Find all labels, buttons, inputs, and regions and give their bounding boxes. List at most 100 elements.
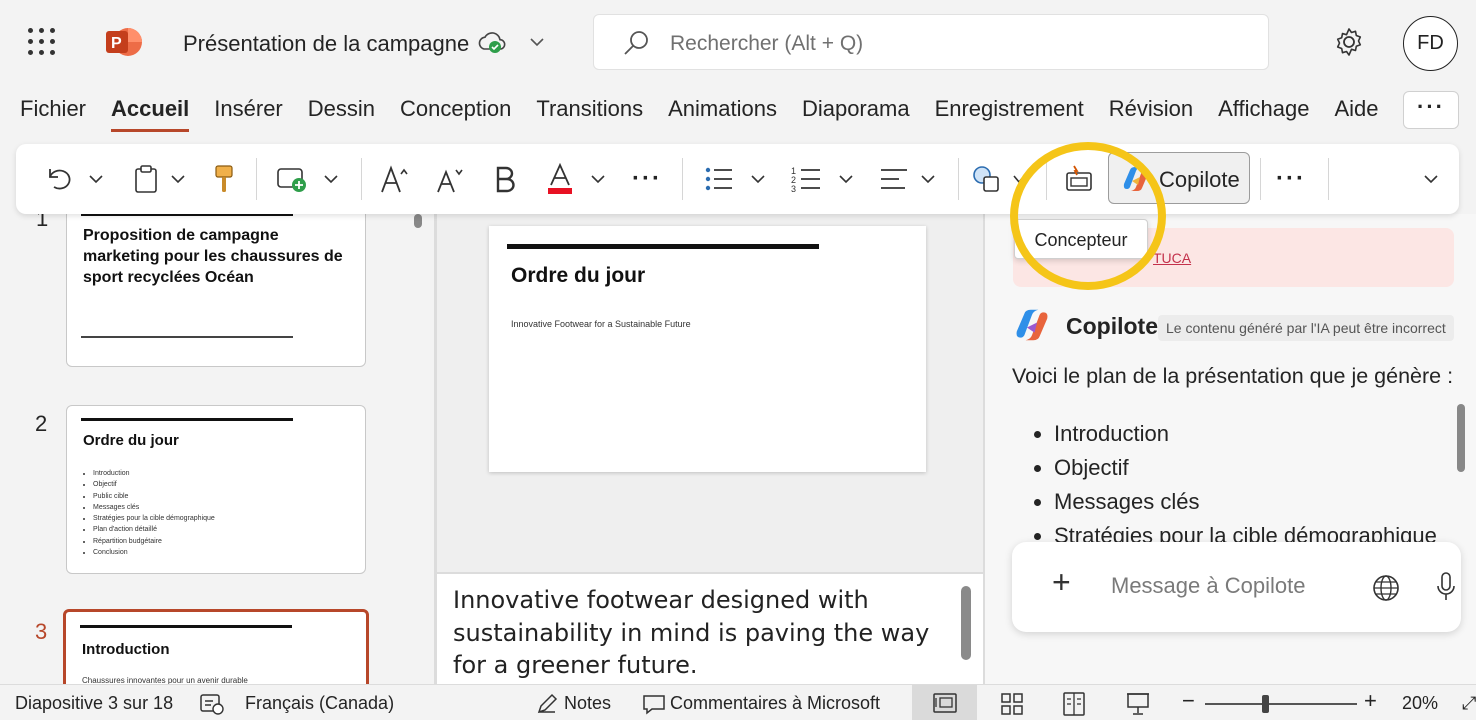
- comment-icon: [643, 695, 665, 715]
- tab-conception[interactable]: Conception: [400, 96, 511, 132]
- gear-icon[interactable]: [1333, 26, 1365, 58]
- thumbnail-title-bar: [81, 214, 293, 216]
- add-attachment-button[interactable]: +: [1052, 564, 1071, 601]
- slide-thumbnail-3[interactable]: Introduction Chaussures innovantes pour …: [63, 609, 369, 684]
- speaker-notes-pane[interactable]: Innovative footwear designed with sustai…: [437, 572, 983, 684]
- font-color-dropdown[interactable]: [588, 162, 608, 196]
- slide-title[interactable]: Ordre du jour: [511, 264, 645, 288]
- slide-subtitle[interactable]: Innovative Footwear for a Sustainable Fu…: [511, 319, 691, 329]
- decrease-font-icon: [437, 169, 463, 193]
- microphone-icon[interactable]: [1435, 571, 1457, 603]
- paste-dropdown[interactable]: [168, 162, 188, 196]
- list-item: Messages clés: [93, 502, 215, 513]
- svg-text:P: P: [111, 35, 122, 52]
- tab-fichier[interactable]: Fichier: [20, 96, 86, 132]
- font-color-button[interactable]: [544, 162, 576, 196]
- chevron-down-icon: [839, 175, 853, 184]
- zoom-slider-thumb[interactable]: [1262, 695, 1269, 713]
- tab-accueil[interactable]: Accueil: [111, 96, 190, 132]
- powerpoint-logo-icon: P: [106, 28, 142, 56]
- list-item: Introduction: [1054, 417, 1437, 451]
- normal-view-button[interactable]: [912, 685, 977, 720]
- presenter-view-icon[interactable]: [1126, 692, 1150, 716]
- zoom-slider[interactable]: [1205, 703, 1357, 705]
- notes-button[interactable]: Notes: [564, 693, 611, 714]
- ribbon-tabs: Fichier Accueil Insérer Dessin Conceptio…: [20, 96, 1404, 132]
- tab-diaporama[interactable]: Diaporama: [802, 96, 910, 132]
- zoom-out-button[interactable]: −: [1182, 688, 1195, 714]
- chevron-down-icon: [171, 175, 185, 184]
- bold-button[interactable]: [490, 162, 520, 196]
- bullets-button[interactable]: [702, 162, 736, 196]
- slide-sorter-icon[interactable]: [1001, 693, 1023, 715]
- status-bar: Diapositive 3 sur 18 Français (Canada) N…: [0, 684, 1476, 720]
- comments-button[interactable]: Commentaires à Microsoft: [670, 693, 880, 714]
- shapes-button[interactable]: [970, 162, 1004, 196]
- tab-enregistrement[interactable]: Enregistrement: [935, 96, 1084, 132]
- more-tabs-button[interactable]: ···: [1403, 91, 1459, 129]
- new-slide-dropdown[interactable]: [321, 162, 341, 196]
- shapes-icon: [973, 166, 999, 192]
- ribbon-separator: [361, 158, 362, 200]
- thumbnails-scrollbar[interactable]: [414, 214, 422, 228]
- decrease-font-button[interactable]: [434, 162, 468, 196]
- list-item: Stratégies pour la cible démographique: [93, 513, 215, 524]
- thumbnail-title: Proposition de campagne marketing pour l…: [83, 227, 343, 286]
- copilot-message-box[interactable]: + Message à Copilote: [1012, 542, 1461, 632]
- globe-icon[interactable]: [1371, 573, 1401, 603]
- tab-revision[interactable]: Révision: [1109, 96, 1193, 132]
- zoom-level[interactable]: 20%: [1402, 693, 1438, 714]
- align-icon: [881, 169, 907, 189]
- paste-button[interactable]: [130, 162, 162, 196]
- numbering-button[interactable]: 123: [789, 162, 823, 196]
- copilot-message-input[interactable]: Message à Copilote: [1111, 573, 1305, 599]
- reading-view-icon[interactable]: [1063, 692, 1085, 716]
- language-status[interactable]: Français (Canada): [245, 693, 394, 714]
- previous-message-link[interactable]: TUCA: [1153, 250, 1191, 266]
- app-launcher-icon[interactable]: [28, 28, 56, 56]
- ribbon-expand-button[interactable]: [1420, 162, 1442, 196]
- tab-aide[interactable]: Aide: [1334, 96, 1378, 132]
- clipboard-icon: [135, 165, 157, 193]
- bold-icon: [496, 166, 515, 193]
- search-box[interactable]: Rechercher (Alt + Q): [593, 14, 1269, 70]
- tab-inserer[interactable]: Insérer: [214, 96, 282, 132]
- slide-thumbnail-1[interactable]: Proposition de campagne marketing pour l…: [66, 214, 366, 367]
- bullets-dropdown[interactable]: [748, 162, 768, 196]
- copilot-outline-list: Introduction Objectif Messages clés Stra…: [1054, 417, 1437, 553]
- thumbnail-title-bar: [80, 625, 292, 628]
- slide-canvas[interactable]: Ordre du jour Innovative Footwear for a …: [489, 226, 926, 472]
- zoom-in-button[interactable]: +: [1364, 688, 1377, 714]
- accessibility-check-icon[interactable]: [199, 692, 225, 716]
- list-item: Introduction: [93, 468, 215, 479]
- tab-animations[interactable]: Animations: [668, 96, 777, 132]
- search-icon: [624, 31, 648, 55]
- undo-button[interactable]: [42, 162, 74, 196]
- chevron-down-icon: [324, 175, 338, 184]
- chevron-down-icon: [921, 175, 935, 184]
- more-ribbon-options-button[interactable]: ···: [1272, 162, 1310, 196]
- document-title[interactable]: Présentation de la campagne: [183, 31, 469, 57]
- align-dropdown[interactable]: [918, 162, 938, 196]
- speaker-notes-text[interactable]: Innovative footwear designed with sustai…: [453, 584, 953, 682]
- align-button[interactable]: [878, 162, 910, 196]
- chevron-down-icon[interactable]: [528, 33, 546, 51]
- slide-thumbnail-2[interactable]: Ordre du jour Introduction Objectif Publ…: [66, 405, 366, 574]
- numbering-dropdown[interactable]: [836, 162, 856, 196]
- fit-to-window-button[interactable]: ⤢: [1462, 693, 1476, 714]
- new-slide-button[interactable]: [274, 162, 310, 196]
- more-font-options-button[interactable]: ···: [628, 162, 666, 196]
- tab-dessin[interactable]: Dessin: [308, 96, 375, 132]
- increase-font-button[interactable]: [378, 162, 412, 196]
- tab-transitions[interactable]: Transitions: [536, 96, 643, 132]
- tab-affichage[interactable]: Affichage: [1218, 96, 1309, 132]
- undo-icon: [49, 169, 71, 190]
- list-item: Objectif: [1054, 451, 1437, 485]
- format-painter-button[interactable]: [210, 162, 238, 196]
- avatar[interactable]: FD: [1403, 16, 1458, 71]
- copilot-icon: [1016, 309, 1048, 341]
- notes-scrollbar[interactable]: [961, 586, 971, 660]
- chevron-down-icon: [591, 175, 605, 184]
- copilot-scrollbar[interactable]: [1457, 404, 1465, 472]
- undo-dropdown[interactable]: [86, 162, 106, 196]
